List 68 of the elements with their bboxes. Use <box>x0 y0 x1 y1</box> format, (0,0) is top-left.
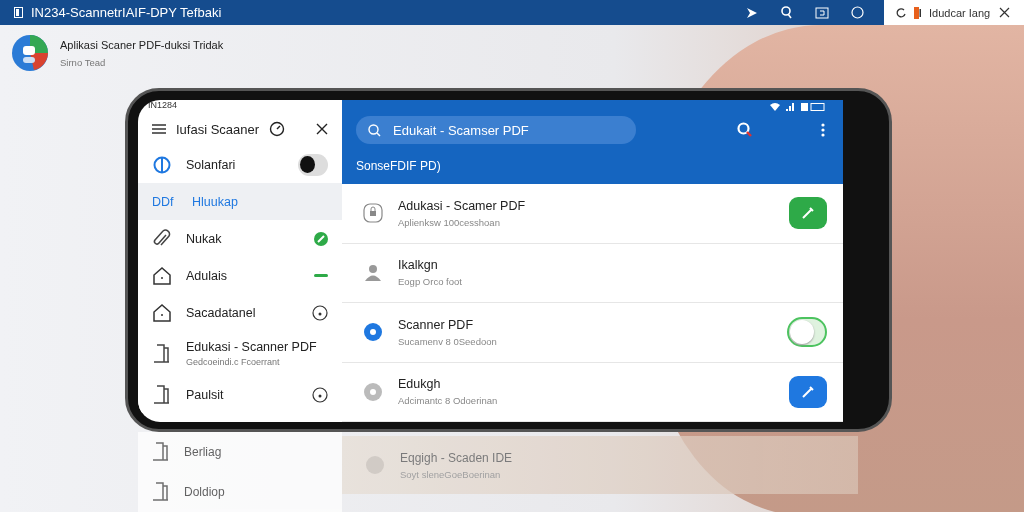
app-subtitle: Sirno Tead <box>60 56 107 68</box>
send-icon[interactable] <box>746 6 758 19</box>
globe-icon <box>153 155 171 174</box>
pen-icon <box>802 207 814 220</box>
signal-icon <box>786 102 795 111</box>
row-subtitle: Sucamenv 8 0Seedoon <box>398 335 498 347</box>
item-label: Paulsit <box>186 387 225 402</box>
close-icon[interactable] <box>316 123 328 135</box>
house-icon <box>152 266 172 285</box>
app-title: Aplikasi Scaner PDF-duksi Tridak <box>60 38 224 51</box>
close-icon[interactable] <box>999 7 1010 18</box>
document-icon <box>152 481 170 503</box>
row-title: Eqgigh - Scaden IDE <box>400 450 513 465</box>
drawer-title: Iufasi Scaaner <box>176 121 260 137</box>
item-label: Sacadatanel <box>186 305 257 320</box>
search-field[interactable]: Edukait - Scamser PDF <box>356 116 636 144</box>
battery-icon <box>801 102 825 111</box>
document-icon <box>153 342 171 365</box>
pen-icon <box>802 385 814 398</box>
window-title: IN234-ScannetrIAIF-DPY Tefbaki <box>31 5 222 20</box>
app-logo-icon <box>12 35 48 71</box>
house-icon <box>152 303 172 322</box>
lock-icon <box>363 202 383 225</box>
more-icon[interactable] <box>821 123 825 137</box>
clock-icon[interactable] <box>269 121 286 137</box>
row-title: Adukasi - Scamer PDF <box>398 198 527 213</box>
item-subtitle: Gedcoeindi.c Fcoerrant <box>186 357 281 367</box>
favicon-icon <box>914 6 921 19</box>
item-label: Doldiop <box>184 485 225 499</box>
wifi-icon <box>770 102 780 111</box>
circle-icon[interactable] <box>851 6 864 19</box>
row-subtitle: Eogp Orco foot <box>398 276 463 288</box>
edit-button[interactable] <box>789 375 827 408</box>
item-label: Nukak <box>186 231 223 246</box>
edit-button[interactable] <box>789 197 827 230</box>
row-title: Edukgh <box>398 377 442 392</box>
document-icon <box>153 383 171 406</box>
search-icon[interactable] <box>737 122 753 138</box>
item-prefix: DDf <box>152 194 175 209</box>
row-subtitle: Aplienksw 100cesshoan <box>398 216 501 228</box>
app-icon <box>14 7 23 18</box>
browser-tab[interactable]: Idudcar Iang <box>884 0 1024 25</box>
drawer-item[interactable]: DDf Hluukap <box>138 183 342 220</box>
radio-icon[interactable] <box>312 386 328 403</box>
person-icon <box>364 263 382 282</box>
dash-icon <box>314 274 328 277</box>
search-icon <box>368 123 381 137</box>
radio-button[interactable] <box>363 322 383 343</box>
screen-icon[interactable] <box>815 6 829 19</box>
item-label: Edukasi - Scanner PDF <box>186 340 318 354</box>
row-subtitle: Adcimantc 8 Odoerinan <box>398 395 499 407</box>
check-badge-icon <box>314 231 328 246</box>
document-icon <box>152 441 170 463</box>
section-title: SonseFDIF PD) <box>356 159 442 173</box>
radio-icon[interactable] <box>312 304 328 321</box>
radio-button[interactable] <box>363 381 383 402</box>
item-label: Solanfari <box>186 157 237 172</box>
menu-icon[interactable] <box>152 124 166 134</box>
toggle-switch[interactable] <box>298 153 328 176</box>
item-label: Adulais <box>186 268 228 283</box>
status-text: IN1284 <box>147 100 179 112</box>
toggle-switch[interactable] <box>787 317 827 348</box>
refresh-icon <box>896 7 906 18</box>
item-label: Berliag <box>184 445 222 459</box>
row-title: Ikalkgn <box>398 258 439 273</box>
item-label: Hluukap <box>192 194 239 209</box>
row-title: Scanner PDF <box>398 317 475 332</box>
row-subtitle: Soyt sleneGoeBoerinan <box>400 468 502 480</box>
